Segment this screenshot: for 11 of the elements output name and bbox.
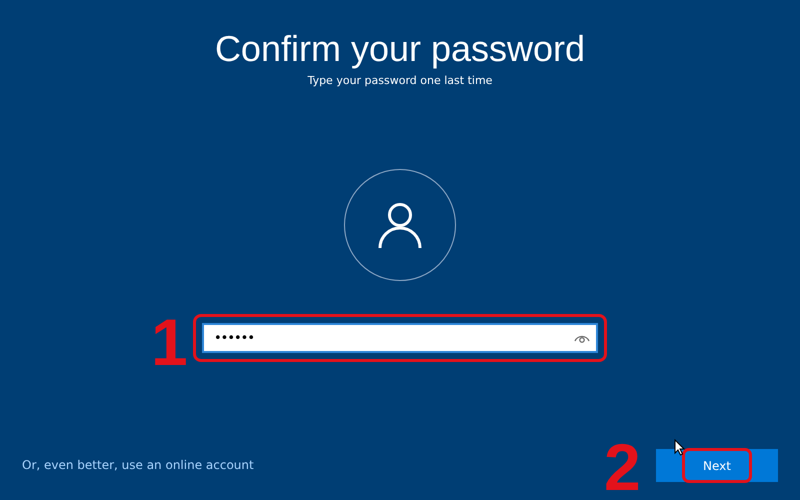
cursor-icon (674, 439, 685, 456)
next-button[interactable]: Next (682, 448, 752, 483)
subtitle: Type your password one last time (308, 74, 492, 87)
online-account-link[interactable]: Or, even better, use an online account (22, 458, 254, 472)
annotation-number: 2 (604, 437, 641, 497)
password-field[interactable]: •••••• (202, 323, 598, 353)
user-avatar-icon (344, 169, 456, 281)
password-value: •••••• (214, 330, 254, 346)
page-title: Confirm your password (214, 28, 586, 70)
eye-icon[interactable] (574, 333, 590, 343)
annotation-number: 1 (151, 312, 188, 372)
